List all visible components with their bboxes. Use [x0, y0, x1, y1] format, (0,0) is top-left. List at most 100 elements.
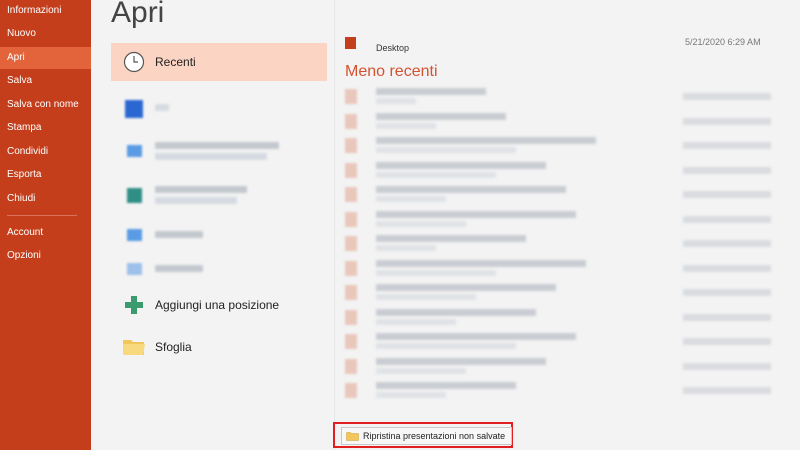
- location-sfoglia-label: Sfoglia: [155, 340, 192, 354]
- location-cloud-3-name: [155, 186, 247, 193]
- file-path: [376, 196, 446, 202]
- file-row[interactable]: [345, 209, 775, 231]
- location-cloud-5[interactable]: [111, 250, 327, 288]
- file-row[interactable]: [345, 258, 775, 280]
- folder-icon: [117, 332, 151, 362]
- add-place-icon: [117, 290, 151, 320]
- restore-unsaved-button[interactable]: Ripristina presentazioni non salvate: [341, 427, 513, 445]
- location-cloud-4[interactable]: [111, 216, 327, 254]
- file-name: [376, 259, 586, 267]
- file-name: [376, 137, 596, 144]
- powerpoint-file-icon: [345, 138, 357, 153]
- nav-item-stampa[interactable]: Stampa: [0, 117, 91, 139]
- file-date: [683, 93, 771, 100]
- locations-list: Recenti Aggiungi una posizione Sfoglia: [111, 40, 327, 440]
- file-row[interactable]: [345, 331, 775, 353]
- location-cloud-3-path: [155, 197, 237, 204]
- file-date: [683, 264, 771, 272]
- file-date: [683, 191, 771, 198]
- file-path: [376, 171, 496, 178]
- file-name: [376, 161, 546, 169]
- file-path: [376, 122, 436, 129]
- cloud-folder-icon: [117, 136, 151, 166]
- file-date: [683, 142, 771, 149]
- file-date: [683, 117, 771, 125]
- location-cloud-2-path: [155, 153, 267, 160]
- nav-item-nuovo[interactable]: Nuovo: [0, 23, 91, 45]
- location-sfoglia[interactable]: Sfoglia: [111, 328, 327, 366]
- file-path: [376, 147, 516, 153]
- folder-icon: [346, 432, 359, 441]
- nav-item-esporta[interactable]: Esporta: [0, 164, 91, 186]
- file-row[interactable]: [345, 135, 775, 157]
- file-date: [683, 215, 771, 223]
- powerpoint-file-icon: [345, 260, 357, 276]
- file-name: [376, 357, 546, 365]
- section-title-meno-recenti: Meno recenti: [345, 63, 438, 80]
- sharepoint-icon: [117, 180, 151, 210]
- file-path: [376, 294, 476, 300]
- file-row[interactable]: [345, 233, 775, 255]
- file-date: [683, 387, 771, 394]
- file-row[interactable]: [345, 160, 775, 182]
- file-path: [376, 367, 466, 374]
- powerpoint-file-icon: [345, 358, 357, 374]
- nav-item-salva[interactable]: Salva: [0, 70, 91, 92]
- nav-item-chiudi[interactable]: Chiudi: [0, 188, 91, 210]
- page-title: Apri: [111, 0, 165, 29]
- file-name: [376, 333, 576, 340]
- nav-item-apri[interactable]: Apri: [0, 47, 91, 69]
- location-cloud-1-name: [155, 104, 169, 111]
- file-row[interactable]: [345, 86, 775, 108]
- file-path: [376, 220, 466, 227]
- powerpoint-file-icon: [345, 334, 357, 349]
- file-date: [683, 166, 771, 174]
- nav-item-opzioni[interactable]: Opzioni: [0, 245, 91, 267]
- file-name: [376, 88, 486, 95]
- column-divider: [334, 0, 335, 450]
- file-name: [376, 210, 576, 218]
- file-row[interactable]: [345, 282, 775, 304]
- nav-divider: [7, 215, 77, 216]
- cloud-folder-icon: [117, 220, 151, 250]
- nav-item-informazioni[interactable]: Informazioni: [0, 0, 91, 22]
- location-cloud-3[interactable]: [111, 176, 327, 214]
- nav-item-condividi[interactable]: Condividi: [0, 141, 91, 163]
- location-aggiungi-label: Aggiungi una posizione: [155, 298, 280, 312]
- file-date: [683, 289, 771, 296]
- location-recenti-label: Recenti: [155, 55, 196, 69]
- file-path: [376, 269, 496, 276]
- file-location-text: Desktop: [376, 43, 410, 53]
- location-recenti[interactable]: Recenti: [111, 43, 327, 81]
- powerpoint-file-icon: [345, 309, 357, 325]
- file-name: [376, 308, 536, 316]
- powerpoint-file-icon: [345, 113, 357, 129]
- file-row[interactable]: [345, 307, 775, 329]
- nav-item-salva-con-nome[interactable]: Salva con nome: [0, 94, 91, 116]
- file-row[interactable]: [345, 380, 775, 402]
- file-name: [376, 186, 566, 193]
- file-date: [683, 313, 771, 321]
- nav-item-account[interactable]: Account: [0, 222, 91, 244]
- file-row[interactable]: [345, 184, 775, 206]
- backstage-nav: Informazioni Nuovo Apri Salva Salva con …: [0, 0, 91, 450]
- location-cloud-2-name: [155, 142, 279, 149]
- file-path: [376, 98, 416, 104]
- file-name: [376, 284, 556, 291]
- file-row[interactable]: [345, 356, 775, 378]
- file-date: [683, 362, 771, 370]
- location-cloud-5-name: [155, 265, 203, 272]
- location-cloud-2[interactable]: [111, 132, 327, 170]
- file-row[interactable]: [345, 111, 775, 133]
- powerpoint-file-icon: [345, 285, 357, 300]
- powerpoint-file-icon: [345, 187, 357, 202]
- powerpoint-file-icon: [345, 383, 357, 398]
- clock-icon: [117, 47, 151, 77]
- powerpoint-file-icon: [345, 211, 357, 227]
- powerpoint-file-icon: [345, 162, 357, 178]
- location-aggiungi[interactable]: Aggiungi una posizione: [111, 286, 327, 324]
- file-path: [376, 343, 516, 349]
- file-path: [376, 318, 456, 325]
- location-cloud-1[interactable]: [111, 90, 327, 128]
- file-path: [376, 245, 436, 251]
